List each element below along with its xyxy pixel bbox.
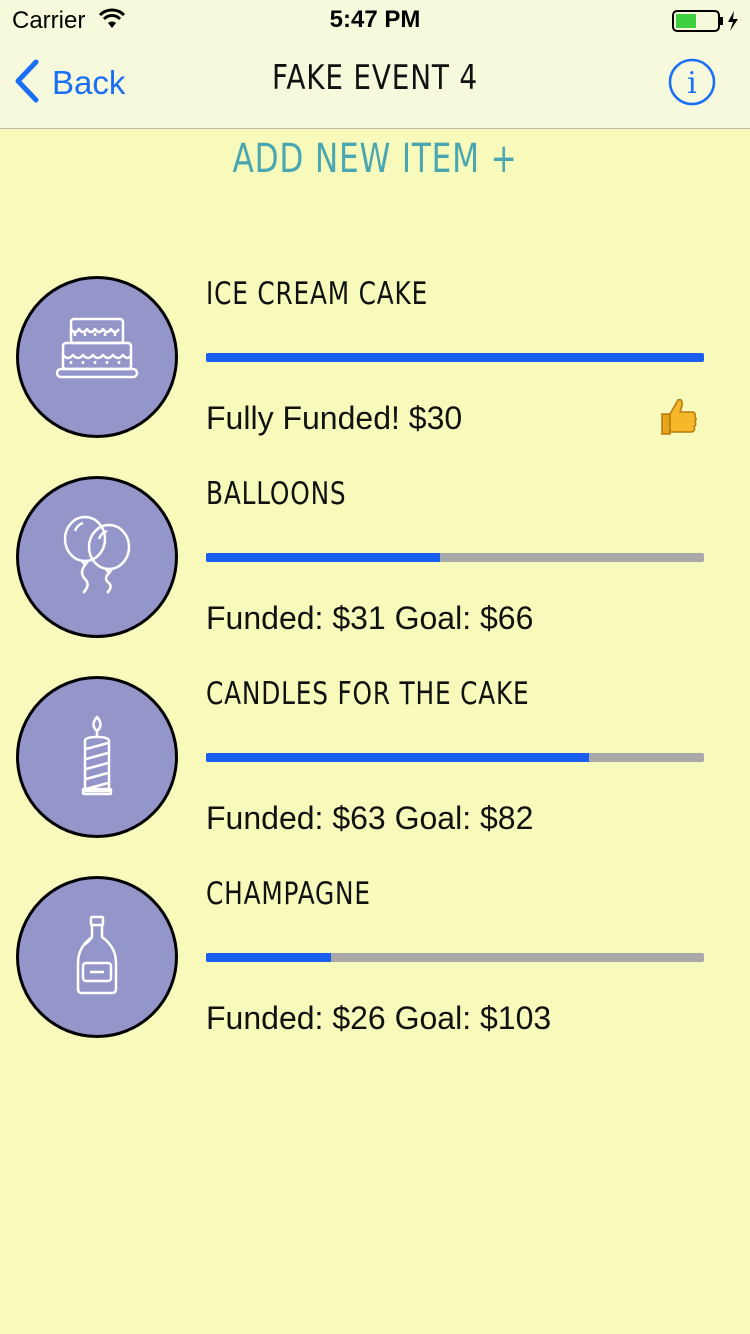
info-icon: i	[668, 58, 716, 110]
list-item[interactable]: CANDLES FOR THE CAKE Funded: $63 Goal: $…	[0, 676, 750, 876]
chevron-left-icon	[14, 59, 40, 108]
list-item[interactable]: CHAMPAGNE Funded: $26 Goal: $103	[0, 876, 750, 1076]
progress-bar	[206, 353, 704, 362]
item-icon-circle	[16, 876, 178, 1038]
item-icon-circle	[16, 676, 178, 838]
funding-status: Funded: $63 Goal: $82	[206, 800, 534, 836]
progress-fill	[206, 553, 441, 562]
status-bar: Carrier 5:47 PM	[0, 0, 750, 40]
funding-status: Funded: $31 Goal: $66	[206, 600, 534, 636]
item-name: CANDLES FOR THE CAKE	[206, 676, 530, 712]
list-item[interactable]: BALLOONS Funded: $31 Goal: $66	[0, 476, 750, 676]
battery-icon	[672, 9, 742, 38]
champagne-icon	[55, 913, 139, 1002]
svg-text:i: i	[687, 66, 697, 101]
progress-fill	[206, 353, 704, 362]
thumbs-up-icon	[656, 394, 700, 443]
progress-bar	[206, 753, 704, 762]
funding-status: Fully Funded! $30	[206, 400, 463, 436]
item-name: BALLOONS	[206, 476, 347, 512]
page-title: FAKE EVENT 4	[272, 58, 478, 98]
info-button[interactable]: i	[668, 58, 716, 111]
funding-status: Funded: $26 Goal: $103	[206, 1000, 552, 1036]
nav-bar: Back FAKE EVENT 4 i	[0, 40, 750, 129]
item-name: CHAMPAGNE	[206, 876, 371, 912]
cake-icon	[55, 313, 139, 402]
item-icon-circle	[16, 276, 178, 438]
progress-fill	[206, 953, 331, 962]
candle-icon	[55, 713, 139, 802]
item-icon-circle	[16, 476, 178, 638]
add-new-item-button[interactable]: ADD NEW ITEM +	[83, 136, 668, 182]
progress-fill	[206, 753, 590, 762]
clock: 5:47 PM	[329, 6, 421, 33]
progress-bar	[206, 953, 704, 962]
item-name: ICE CREAM CAKE	[206, 276, 429, 312]
list-item[interactable]: ICE CREAM CAKE Fully Funded! $30	[0, 276, 750, 476]
progress-bar	[206, 553, 704, 562]
balloons-icon	[55, 513, 139, 602]
